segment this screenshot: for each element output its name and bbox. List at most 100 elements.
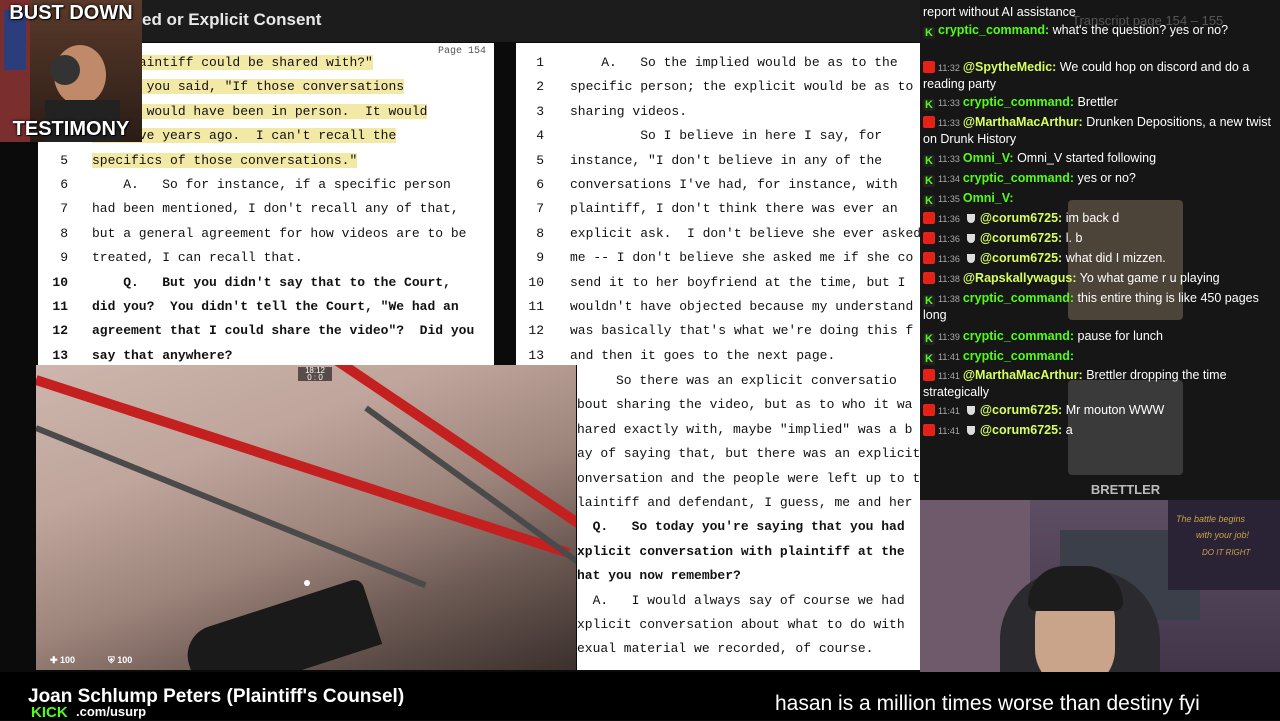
line-text: but a general agreement for how videos a… <box>92 225 467 241</box>
transcript-line: 4 So I believe in here I say, for <box>516 128 920 152</box>
chat-text: what did I mizzen. <box>1065 251 1166 265</box>
line-number: 6 <box>60 177 68 192</box>
chat-username[interactable]: @Rapskallywagus: <box>963 271 1077 285</box>
line-text: was basically that's what we're doing th… <box>570 323 914 339</box>
chat-username[interactable]: cryptic_command: <box>963 291 1074 305</box>
kick-icon: K <box>923 195 935 207</box>
chat-text: l. b <box>1065 231 1083 245</box>
chat-username[interactable]: Omni_V: <box>963 191 1014 205</box>
chat-message: K 11:39 cryptic_command: pause for lunch <box>923 328 1276 345</box>
line-number: 13 <box>528 347 544 363</box>
youtube-icon <box>923 212 935 224</box>
chat-timestamp: 11:39 <box>938 332 960 342</box>
chat-text: a <box>1065 423 1073 437</box>
transcript-line: 8 but a general agreement for how videos … <box>38 226 494 250</box>
kick-icon: K <box>923 175 935 187</box>
line-number: 11 <box>528 299 544 314</box>
line-text: send it to her boyfriend at the time, bu… <box>570 274 906 290</box>
chat-text: yes or no? <box>1077 171 1136 185</box>
chat-message: 11:41 @corum6725: a <box>923 422 1276 439</box>
armor-value: 100 <box>117 655 133 665</box>
document-title: ed or Explicit Consent <box>142 10 322 29</box>
transcript-line: Q. So today you're saying that you had <box>577 519 920 543</box>
line-text: say that anywhere? <box>92 347 233 363</box>
chat-username[interactable]: @MarthaMacArthur: <box>963 368 1083 382</box>
chat-message: 11:38 @Rapskallywagus: Yo what game r u p… <box>923 270 1276 287</box>
transcript-line: hared exactly with, maybe "implied" was … <box>577 422 920 446</box>
line-text: Q. But you didn't say that to the Court, <box>92 274 451 290</box>
chat-username[interactable]: @corum6725: <box>980 251 1062 265</box>
line-text: laintiff and defendant, I guess, me and … <box>577 495 913 510</box>
line-number: 8 <box>536 225 544 241</box>
chat-timestamp: 11:41 <box>938 426 960 436</box>
chat-text: Mr mouton WWW <box>1065 403 1165 417</box>
kick-icon: K <box>923 295 935 307</box>
line-number: 3 <box>536 103 544 119</box>
line-number: 7 <box>536 201 544 217</box>
shield-icon <box>966 214 975 223</box>
transcript-line: 12 was basically that's what we're doing … <box>516 323 920 347</box>
line-text: onversation and the people were left up … <box>577 470 920 486</box>
armor-readout: ⛨ 100 <box>108 655 133 665</box>
crosshair-icon <box>304 580 310 586</box>
poster-line: with your job! <box>1196 530 1250 540</box>
chat-timestamp: 11:38 <box>938 274 960 284</box>
line-number: 5 <box>60 152 68 168</box>
chat-username[interactable]: @corum6725: <box>980 211 1062 225</box>
poster-line: DO IT RIGHT <box>1202 548 1251 557</box>
line-text: instance, "I don't believe in any of the <box>570 152 883 168</box>
chat-text: Brettler <box>1077 95 1118 109</box>
transcript-line: 9 treated, I can recall that. <box>38 250 494 274</box>
chat-timestamp: 11:34 <box>938 174 960 184</box>
kick-icon: K <box>923 155 935 167</box>
chat-timestamp: 11:41 <box>938 371 960 381</box>
transcript-line: 12 agreement that I could share the video… <box>38 323 494 347</box>
line-text: did you? You didn't tell the Court, "We … <box>92 299 459 314</box>
chat-message: 11:41 @MarthaMacArthur: Brettler dropping… <box>923 367 1276 400</box>
line-number: 12 <box>52 323 68 339</box>
chat-message: K 11:33 cryptic_command: Brettler <box>923 94 1276 111</box>
chat-username[interactable]: @SpytheMedic: <box>963 60 1056 74</box>
line-text: xplicit conversation about what to do wi… <box>577 617 905 632</box>
youtube-icon <box>923 424 935 436</box>
chat-message: 11:36 @corum6725: what did I mizzen. <box>923 250 1276 267</box>
second-webcam: The battle begins with your job! DO IT R… <box>920 500 1280 700</box>
line-text: ed, it would have been in person. It wou… <box>92 103 428 119</box>
chat-username[interactable]: Omni_V: <box>963 151 1014 165</box>
chat-username[interactable]: cryptic_command: <box>963 349 1074 363</box>
transcript-line: 7 plaintiff, I don't think there was ever… <box>516 201 920 225</box>
chat-message: 11:32 @SpytheMedic: We could hop on disco… <box>923 59 1276 92</box>
chat-timestamp: 11:38 <box>938 294 960 304</box>
health-readout: ✚ 100 <box>50 655 76 665</box>
webcam-top-label: BUST DOWN <box>9 2 133 24</box>
chat-username[interactable]: cryptic_command: <box>963 171 1074 185</box>
youtube-icon <box>923 252 935 264</box>
transcript-continuation: So there was an explicit conversatio bout… <box>577 365 920 670</box>
chat-timestamp: 11:41 <box>938 352 960 362</box>
chat-username[interactable]: cryptic_command: <box>963 329 1074 343</box>
chat-username[interactable]: cryptic_command: <box>963 95 1074 109</box>
transcript-line: 9 me -- I don't believe she asked me if s… <box>516 250 920 274</box>
chat-message: 11:36 @corum6725: im back d <box>923 210 1276 227</box>
chat-timestamp: 11:36 <box>938 234 960 244</box>
chat-username[interactable]: cryptic_command: <box>938 23 1049 37</box>
chat-timestamp: 11:41 <box>938 406 960 416</box>
chat-username[interactable]: @corum6725: <box>980 423 1062 437</box>
chat-message: report without AI assistance <box>923 4 1276 20</box>
chat-username[interactable]: @corum6725: <box>980 231 1062 245</box>
chat-text: pause for lunch <box>1077 329 1163 343</box>
line-text: hat you now remember? <box>577 568 741 584</box>
transcript-line: xplicit conversation with plaintiff at t… <box>577 544 920 568</box>
chat-username[interactable]: @corum6725: <box>980 403 1062 417</box>
line-text: specific person; the explicit would be a… <box>570 79 914 95</box>
game-timer: 18:12 0 : 0 <box>298 367 332 382</box>
channel-url: .com/usurp <box>76 704 147 719</box>
chat-username[interactable]: @MarthaMacArthur: <box>963 115 1083 129</box>
chat-message: Kcryptic_command: what's the question? y… <box>923 22 1276 39</box>
transcript-line: 6 A. So for instance, if a specific pers… <box>38 177 494 201</box>
health-value: 100 <box>60 655 76 665</box>
line-text: agreement that I could share the video"?… <box>92 323 475 339</box>
chat-message: 11:41 @corum6725: Mr mouton WWW <box>923 402 1276 419</box>
kick-icon: K <box>923 99 935 111</box>
line-text: had been mentioned, I don't recall any o… <box>92 201 459 217</box>
